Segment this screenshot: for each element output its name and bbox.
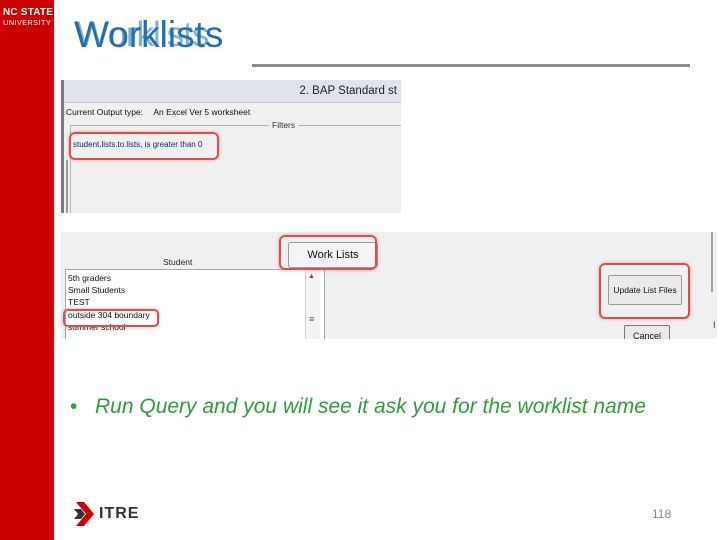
itre-arrow-icon xyxy=(74,502,94,526)
logo-line-1: NC STATE xyxy=(3,7,54,18)
page-number: 118 xyxy=(652,507,672,521)
bullet-point: • Run Query and you will see it ask you … xyxy=(70,393,670,421)
output-type-row: Current Output type: An Excel Ver 5 work… xyxy=(66,107,250,117)
list-item[interactable]: TEST xyxy=(68,297,90,307)
list-item[interactable]: 5th graders xyxy=(68,273,111,283)
nc-state-logo: NC STATE UNIVERSITY xyxy=(3,8,53,28)
brand-sidebar: NC STATE UNIVERSITY xyxy=(0,0,54,540)
panel-edge xyxy=(66,160,68,213)
output-type-label: Current Output type: xyxy=(66,107,144,117)
filter-highlight-box xyxy=(69,132,219,160)
panel-right-edge xyxy=(711,232,713,292)
slide-title: Worklists xyxy=(74,14,224,55)
list-item-highlight-box xyxy=(63,309,159,327)
scroll-up-icon[interactable]: ▲ xyxy=(308,273,315,280)
filters-legend: Filters xyxy=(269,120,299,130)
student-column-header: Student xyxy=(163,257,193,267)
slide-title-wrap: Worklists Worklists xyxy=(74,14,314,64)
window-title: 2. BAP Standard st xyxy=(299,85,397,97)
work-lists-screenshot: Student 5th graders Small Students TEST … xyxy=(61,232,717,339)
itre-logo-text: ITRE xyxy=(99,505,140,522)
list-item[interactable]: Small Students xyxy=(68,285,125,295)
scroll-grip-icon[interactable]: ≡ xyxy=(309,314,314,324)
work-lists-highlight-box xyxy=(279,235,377,270)
title-divider xyxy=(252,64,690,67)
query-settings-screenshot: 2. BAP Standard st Current Output type: … xyxy=(61,80,401,213)
work-list-listbox[interactable]: 5th graders Small Students TEST outside … xyxy=(65,269,325,339)
clipped-control-char: I xyxy=(713,320,716,330)
output-type-value[interactable]: An Excel Ver 5 worksheet xyxy=(153,107,250,117)
listbox-scrollbar[interactable]: ▲ ≡ xyxy=(305,270,320,339)
bullet-dot: • xyxy=(70,395,78,418)
update-list-files-highlight-box xyxy=(599,263,690,319)
window-title-bar: 2. BAP Standard st xyxy=(64,80,401,103)
cancel-button[interactable]: Cancel xyxy=(624,325,670,339)
bullet-text: Run Query and you will see it ask you fo… xyxy=(95,395,646,418)
logo-line-2: UNIVERSITY xyxy=(3,18,52,27)
